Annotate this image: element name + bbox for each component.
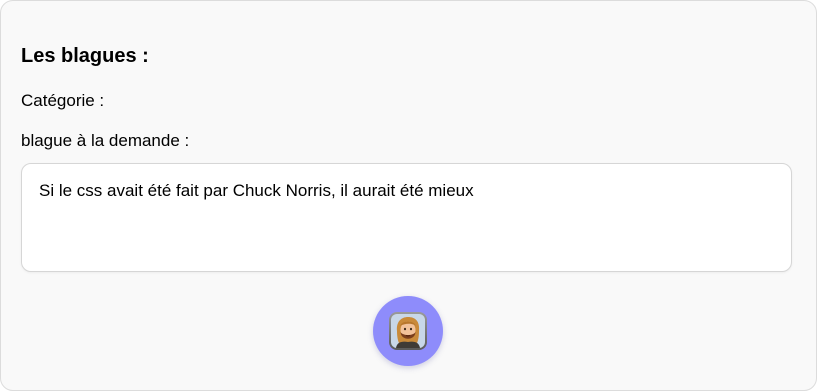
on-demand-label: blague à la demande : — [21, 131, 190, 150]
jokes-card: Les blagues : Catégorie : blague à la de… — [0, 0, 817, 391]
section-title: Les blagues : — [21, 45, 149, 67]
joke-display-box: Si le css avait été fait par Chuck Norri… — [21, 163, 792, 272]
category-label: Catégorie : — [21, 91, 105, 110]
chuck-norris-face-icon — [389, 312, 427, 350]
get-joke-button[interactable] — [373, 296, 443, 366]
joke-text: Si le css avait été fait par Chuck Norri… — [39, 181, 474, 200]
